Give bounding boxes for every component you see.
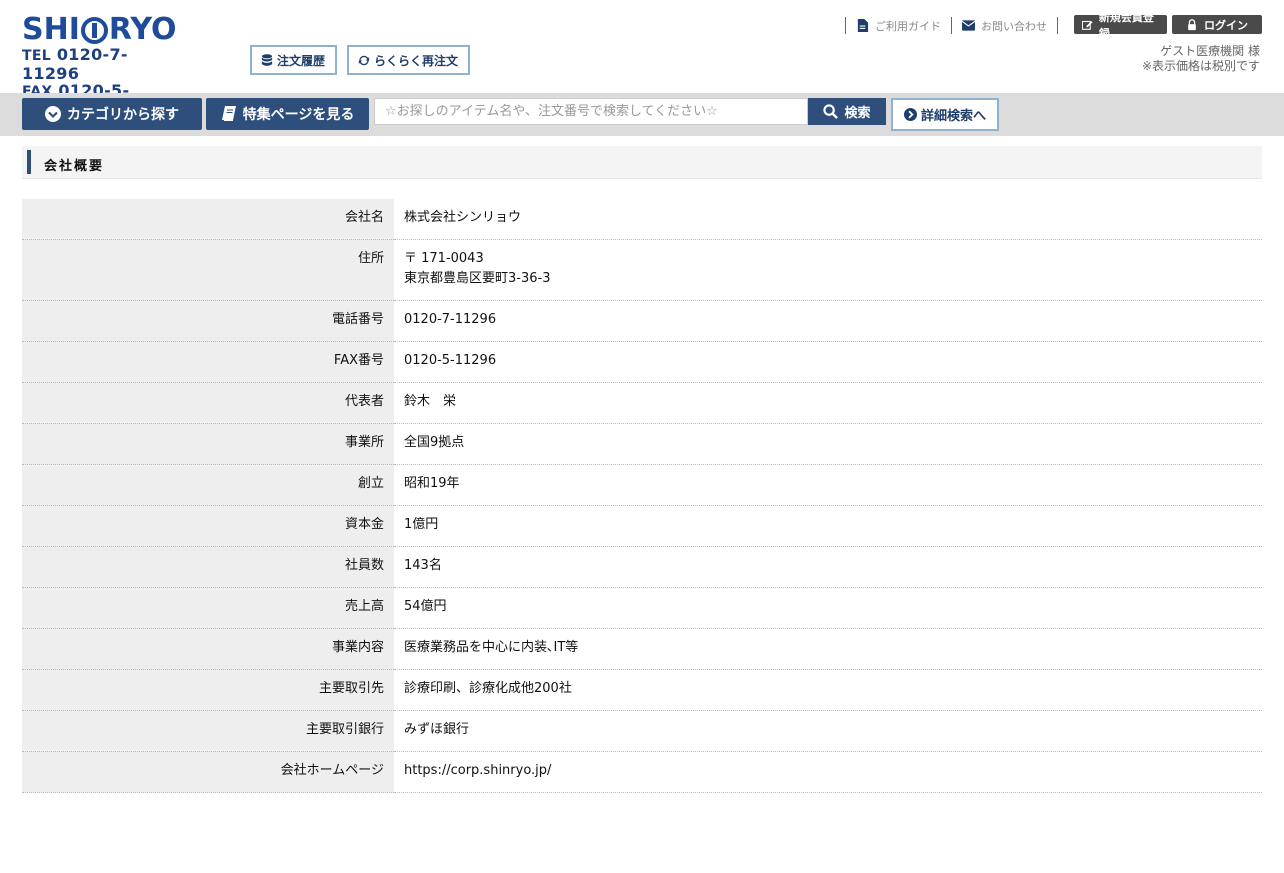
row-value: 株式会社シンリョウ [394, 199, 1262, 240]
nav-bar: カテゴリから探す 特集ページを見る 検索 詳細検索へ [0, 93, 1284, 136]
table-row: 電話番号 0120-7-11296 [22, 300, 1262, 342]
guide-link[interactable]: ご利用ガイド [845, 17, 951, 34]
reorder-button[interactable]: らくらく再注文 [347, 45, 470, 75]
feature-pages-button[interactable]: 特集ページを見る [206, 98, 369, 130]
row-key: FAX番号 [22, 341, 394, 383]
advanced-search-label: 詳細検索へ [920, 109, 986, 124]
table-row: 会社名 株式会社シンリョウ [22, 199, 1262, 240]
site-header: SHIRYO TEL 0120-7-11296 FAX 0120-5-11296… [0, 0, 1284, 118]
refresh-icon [358, 55, 370, 65]
row-key: 代表者 [22, 382, 394, 424]
feature-pages-label: 特集ページを見る [242, 107, 355, 123]
table-row: FAX番号 0120-5-11296 [22, 341, 1262, 383]
register-label: 新規会員登録 [1098, 10, 1154, 40]
row-key: 電話番号 [22, 300, 394, 342]
logo-wordmark: SHI RYO [22, 14, 182, 46]
category-label: カテゴリから探す [67, 107, 179, 123]
row-value: 全国9拠点 [394, 423, 1262, 465]
guest-name: ゲスト医療機関 様 [1160, 44, 1260, 58]
login-label: ログイン [1204, 18, 1248, 32]
search-input[interactable] [374, 98, 808, 125]
document-icon [857, 19, 869, 32]
section-accent-bar [27, 150, 31, 174]
street-address: 東京都豊島区要町3-36-3 [404, 271, 551, 286]
database-icon [261, 53, 273, 66]
row-value: 0120-5-11296 [394, 341, 1262, 383]
row-key: 住所 [22, 239, 394, 301]
postal-code: 〒 171-0043 [404, 251, 484, 266]
table-row: 事業内容 医療業務品を中心に内装､IT等 [22, 628, 1262, 670]
search-icon [823, 104, 839, 119]
register-button[interactable]: 新規会員登録 [1074, 11, 1167, 40]
row-key: 会社ホームページ [22, 751, 394, 793]
search-button-label: 検索 [844, 106, 871, 121]
tax-note: ※表示価格は税別です [1141, 59, 1260, 73]
table-row: 創立 昭和19年 [22, 464, 1262, 506]
advanced-search-button[interactable]: 詳細検索へ [891, 98, 999, 131]
row-value: 診療印刷、診療化成他200社 [394, 669, 1262, 711]
logo-n-mark [80, 16, 108, 44]
login-button[interactable]: ログイン [1172, 15, 1262, 34]
order-history-label: 注文履歴 [277, 53, 326, 68]
table-row: 代表者 鈴木 栄 [22, 382, 1262, 424]
order-history-button[interactable]: 注文履歴 [250, 45, 337, 75]
row-key: 会社名 [22, 199, 394, 240]
logo-word-right: RYO [108, 12, 177, 47]
logo-tel-line: TEL 0120-7-11296 [22, 46, 182, 82]
row-value: 〒 171-0043 東京都豊島区要町3-36-3 [394, 239, 1262, 301]
reorder-label: らくらく再注文 [374, 53, 459, 68]
table-row: 住所〒 171-0043 東京都豊島区要町3-36-3 [22, 239, 1262, 301]
contact-link[interactable]: お問い合わせ [951, 17, 1058, 34]
table-row: 事業所 全国9拠点 [22, 423, 1262, 465]
envelope-icon [962, 20, 975, 31]
row-key: 創立 [22, 464, 394, 506]
homepage-link[interactable]: https://corp.shinryo.jp/ [394, 751, 1262, 793]
table-row: 社員数 143名 [22, 546, 1262, 588]
page-title: 会社概要 [44, 159, 105, 174]
logo-word-left: SHI [22, 12, 80, 47]
row-value: 54億円 [394, 587, 1262, 629]
row-key: 事業内容 [22, 628, 394, 670]
row-key: 事業所 [22, 423, 394, 465]
row-key: 資本金 [22, 505, 394, 547]
row-value: 0120-7-11296 [394, 300, 1262, 342]
chevron-right-circle-icon [903, 108, 917, 121]
table-row: 主要取引先 診療印刷、診療化成他200社 [22, 669, 1262, 711]
chevron-down-circle-icon [45, 106, 61, 122]
row-value: 医療業務品を中心に内装､IT等 [394, 628, 1262, 670]
table-row: 会社ホームページ https://corp.shinryo.jp/ [22, 751, 1262, 793]
logo-tel-label: TEL [22, 48, 51, 64]
lock-icon [1188, 18, 1196, 30]
top-links: ご利用ガイド お問い合わせ [845, 17, 1058, 34]
row-key: 主要取引先 [22, 669, 394, 711]
edit-icon [1082, 20, 1093, 30]
table-row: 主要取引銀行 みずほ銀行 [22, 710, 1262, 752]
category-button[interactable]: カテゴリから探す [22, 98, 202, 130]
book-icon [221, 106, 236, 121]
row-value: みずほ銀行 [394, 710, 1262, 752]
row-value: 昭和19年 [394, 464, 1262, 506]
row-value: 1億円 [394, 505, 1262, 547]
guest-info: ゲスト医療機関 様 ※表示価格は税別です [1142, 44, 1260, 74]
guide-label: ご利用ガイド [875, 19, 941, 33]
table-row: 資本金 1億円 [22, 505, 1262, 547]
company-info-table: 会社名 株式会社シンリョウ 住所〒 171-0043 東京都豊島区要町3-36-3 … [22, 199, 1262, 793]
contact-label: お問い合わせ [981, 19, 1047, 33]
row-key: 売上高 [22, 587, 394, 629]
section-header: 会社概要 [22, 146, 1262, 179]
row-value: 鈴木 栄 [394, 382, 1262, 424]
row-value: 143名 [394, 546, 1262, 588]
search-button[interactable]: 検索 [808, 98, 886, 125]
row-key: 社員数 [22, 546, 394, 588]
row-key: 主要取引銀行 [22, 710, 394, 752]
table-row: 売上高 54億円 [22, 587, 1262, 629]
